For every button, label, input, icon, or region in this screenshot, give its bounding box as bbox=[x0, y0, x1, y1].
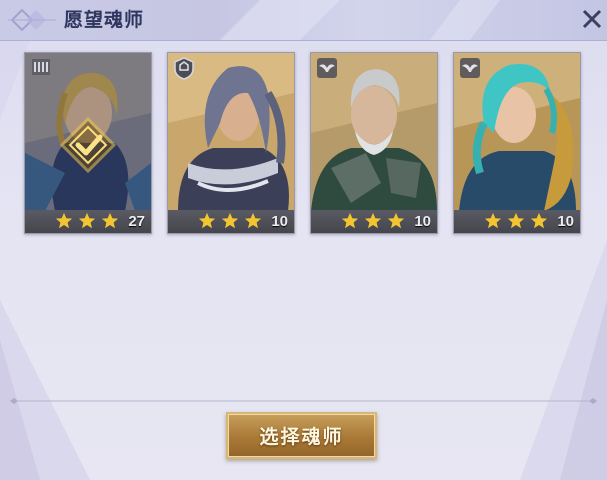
close-icon bbox=[582, 9, 602, 29]
title-bar: 愿望魂师 bbox=[0, 0, 607, 41]
star-icon bbox=[221, 212, 239, 229]
dialog-title: 愿望魂师 bbox=[64, 9, 145, 31]
bird-icon bbox=[317, 58, 337, 78]
bird-icon bbox=[460, 58, 480, 78]
star-rating: 10 bbox=[454, 210, 580, 233]
star-icon bbox=[484, 212, 502, 229]
divider-line bbox=[10, 398, 597, 404]
star-icon bbox=[78, 212, 96, 229]
star-icon bbox=[530, 212, 548, 229]
title-ornament-icon bbox=[8, 8, 56, 32]
select-soulmaster-button[interactable]: 选择魂师 bbox=[226, 412, 377, 459]
soulmaster-card[interactable]: 10 bbox=[167, 52, 295, 234]
level-label: 10 bbox=[557, 213, 574, 230]
wish-soulmaster-dialog: 愿望魂师 27 10 10 10 选择魂师 bbox=[0, 0, 607, 480]
star-icon bbox=[55, 212, 73, 229]
soulmaster-card[interactable]: 27 bbox=[24, 52, 152, 234]
star-icon bbox=[341, 212, 359, 229]
banner-icon bbox=[32, 59, 50, 75]
level-label: 10 bbox=[271, 213, 288, 230]
star-rating: 27 bbox=[25, 210, 151, 233]
title-bar-sheen bbox=[220, 0, 500, 40]
star-rating: 10 bbox=[311, 210, 437, 233]
star-icon bbox=[244, 212, 262, 229]
star-icon bbox=[387, 212, 405, 229]
soulmaster-card[interactable]: 10 bbox=[310, 52, 438, 234]
star-icon bbox=[101, 212, 119, 229]
level-label: 27 bbox=[128, 213, 145, 230]
level-label: 10 bbox=[414, 213, 431, 230]
select-soulmaster-label: 选择魂师 bbox=[259, 426, 344, 448]
soulmaster-card[interactable]: 10 bbox=[453, 52, 581, 234]
star-icon bbox=[364, 212, 382, 229]
selected-check-icon bbox=[60, 117, 116, 173]
star-icon bbox=[198, 212, 216, 229]
star-rating: 10 bbox=[168, 210, 294, 233]
close-button[interactable] bbox=[575, 2, 607, 36]
star-icon bbox=[507, 212, 525, 229]
shield-icon bbox=[174, 57, 194, 80]
